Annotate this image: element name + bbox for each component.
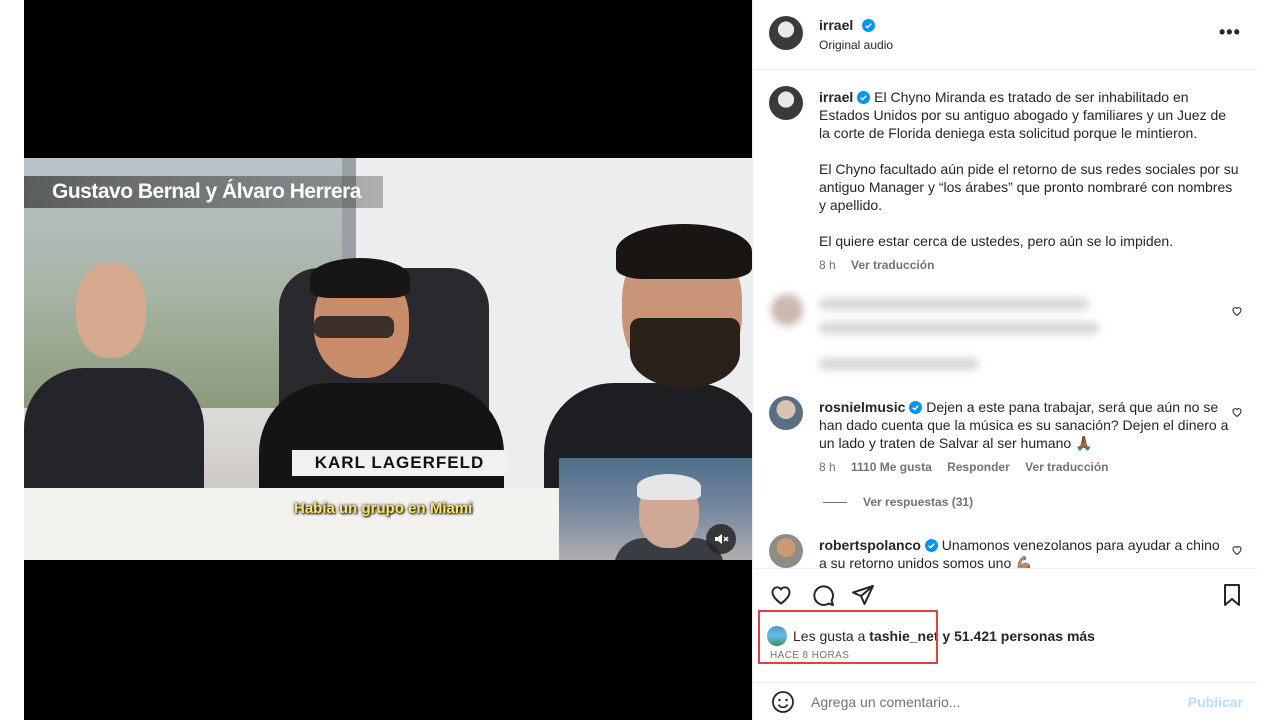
original-audio-link[interactable]: Original audio <box>819 38 893 52</box>
post-caption: irrael El Chyno Miranda es tratado de se… <box>819 88 1239 274</box>
replies-divider <box>823 502 847 504</box>
person-right-hair <box>616 224 752 279</box>
video-frame: KARL LAGERFELD Gustavo Bernal y Álvaro H… <box>24 158 752 560</box>
add-comment-bar: Agrega un comentario... Publicar <box>753 682 1257 721</box>
comment-translate-link[interactable]: Ver traducción <box>1025 460 1108 474</box>
verified-badge-icon <box>861 19 875 32</box>
comment-rosnielmusic: rosnielmusic Dejen a este pana trabajar,… <box>819 398 1229 476</box>
header-username-row: irrael <box>819 17 875 35</box>
like-comment-icon[interactable] <box>1231 406 1243 418</box>
more-options-icon[interactable]: ••• <box>1219 22 1241 43</box>
comment-avatar[interactable] <box>769 396 803 430</box>
blurred-comment <box>753 282 1257 382</box>
comment-clip: robertspolanco Unamonos venezolanos para… <box>753 530 1257 568</box>
caption-text-1: El Chyno Miranda es tratado de ser inhab… <box>819 89 1227 141</box>
pip-person-hair <box>637 474 701 500</box>
like-icon[interactable] <box>769 583 793 607</box>
share-icon[interactable] <box>851 583 875 607</box>
comment-avatar[interactable] <box>769 534 803 568</box>
caption-text-3: El quiere estar cerca de ustedes, pero a… <box>819 233 1174 249</box>
comment-robertspolanco: robertspolanco Unamonos venezolanos para… <box>819 536 1229 568</box>
emoji-icon[interactable] <box>771 690 795 714</box>
highlight-box <box>758 610 938 664</box>
verified-badge-icon <box>857 91 871 104</box>
person-right-beard <box>630 318 740 388</box>
person-center-sunglasses <box>314 316 394 338</box>
video-player[interactable]: KARL LAGERFELD Gustavo Bernal y Álvaro H… <box>24 0 752 720</box>
view-replies-button[interactable]: Ver respuestas (31) <box>823 495 973 509</box>
view-replies-label: Ver respuestas (31) <box>863 495 974 509</box>
like-comment-icon[interactable] <box>1231 305 1243 317</box>
like-comment-icon[interactable] <box>1231 544 1243 556</box>
caption-time: 8 h <box>819 258 836 272</box>
caption-meta: 8 h Ver traducción <box>819 256 1239 274</box>
video-subtitle: Había un grupo en Miami <box>294 500 473 517</box>
person-center-hair <box>310 258 410 298</box>
verified-badge-icon <box>924 539 938 552</box>
avatar[interactable] <box>769 16 803 50</box>
comment-time: 8 h <box>819 460 836 474</box>
comment-username[interactable]: rosnielmusic <box>819 399 905 415</box>
header-username[interactable]: irrael <box>819 17 853 33</box>
comment-username[interactable]: robertspolanco <box>819 537 921 553</box>
shirt-logo: KARL LAGERFELD <box>292 450 507 476</box>
muted-speaker-icon <box>715 534 729 544</box>
comment-icon[interactable] <box>811 583 835 607</box>
publish-button[interactable]: Publicar <box>1188 694 1243 710</box>
video-name-banner: Gustavo Bernal y Álvaro Herrera <box>24 176 383 208</box>
reply-button[interactable]: Responder <box>947 460 1010 474</box>
person-left-head <box>76 263 146 358</box>
verified-badge-icon <box>909 401 923 414</box>
caption-translate-link[interactable]: Ver traducción <box>851 258 934 272</box>
comment-input[interactable]: Agrega un comentario... <box>811 694 960 710</box>
likes-count[interactable]: y 51.421 personas más <box>942 628 1095 644</box>
caption-avatar[interactable] <box>769 86 803 120</box>
mute-button[interactable] <box>706 524 736 554</box>
post-header: irrael Original audio ••• <box>753 0 1257 70</box>
caption-text-2: El Chyno facultado aún pide el retorno d… <box>819 161 1239 213</box>
comment-likes[interactable]: 1110 Me gusta <box>851 460 932 474</box>
caption-username[interactable]: irrael <box>819 89 853 105</box>
comment-meta: 8 h 1110 Me gusta Responder Ver traducci… <box>819 458 1229 476</box>
save-bookmark-icon[interactable] <box>1221 583 1243 607</box>
